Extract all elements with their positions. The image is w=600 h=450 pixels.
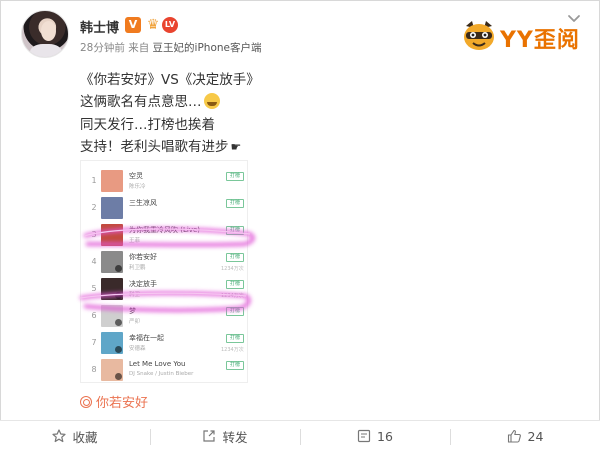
comment-count: 16 — [377, 428, 393, 444]
level-badge-icon[interactable]: LV — [162, 17, 178, 33]
avatar-shoulders — [30, 44, 62, 57]
post-text-line-4: 支持！老利头唱歌有进步 ☛ — [80, 135, 241, 155]
vote-button: 打榜 — [226, 307, 244, 316]
chart-rank: 6 — [91, 311, 97, 320]
action-bar: 收藏 转发 16 24 — [0, 420, 600, 450]
repost-label: 转发 — [222, 429, 248, 445]
like-button[interactable]: 24 — [450, 421, 600, 450]
vote-button: 打榜 — [226, 199, 244, 208]
avatar-face — [41, 21, 56, 41]
laughing-emoji-icon — [203, 93, 220, 109]
vote-button: 打榜 — [226, 361, 244, 370]
chart-row: 7 幸福在一起 安德森 打榜 1234万次 — [81, 329, 247, 358]
play-count: 1234万次 — [221, 266, 244, 272]
album-thumbnail — [101, 359, 123, 381]
vote-button: 打榜 — [226, 172, 244, 181]
album-thumbnail — [101, 251, 123, 273]
song-title: 梦 — [129, 307, 136, 315]
chart-rank: 3 — [91, 230, 97, 239]
chart-rank: 1 — [91, 176, 97, 185]
username[interactable]: 韩士博 — [80, 17, 119, 36]
post-text-line-4-text: 支持！老利头唱歌有进步 — [80, 139, 229, 155]
chart-rank: 4 — [91, 257, 97, 266]
verified-icon[interactable]: V — [125, 17, 141, 33]
watermark-logo: YY歪阅 — [460, 20, 590, 54]
chart-row: 4 你若安好 利卫鹏 打榜 1234万次 — [81, 248, 247, 277]
chart-row: 2 三生凉风 打榜 — [81, 194, 247, 223]
star-icon — [52, 429, 67, 443]
play-count: 1234万次 — [221, 293, 244, 299]
post-text-line-3: 同天发行…打榜也挨着 — [80, 117, 215, 133]
play-icon — [115, 292, 122, 299]
song-artist: 利卫鹏 — [129, 265, 146, 271]
album-thumbnail — [101, 224, 123, 246]
album-thumbnail — [101, 332, 123, 354]
album-thumbnail — [101, 197, 123, 219]
post-text-line-2: 这俩歌名有点意思… — [80, 90, 220, 110]
song-artist: 陈乐冷 — [129, 184, 146, 190]
chart-rank: 5 — [91, 284, 97, 293]
post-text-line-1: 《你若安好》VS《决定放手》 — [80, 72, 260, 88]
chart-row: 8 Let Me Love You DJ Snake / Justin Bieb… — [81, 356, 247, 382]
play-count: 1234万次 — [221, 347, 244, 353]
comment-button[interactable]: 16 — [300, 421, 450, 450]
topic-tag-label: 你若安好 — [96, 396, 149, 411]
play-icon — [115, 319, 122, 326]
chart-rank: 2 — [91, 203, 97, 212]
user-avatar[interactable] — [21, 10, 69, 58]
play-icon — [115, 373, 122, 380]
like-count: 24 — [527, 428, 544, 444]
song-title: 幸福在一起 — [129, 334, 164, 342]
chart-row: 6 梦 严卯 打榜 — [81, 302, 247, 331]
post-image[interactable]: 1 空灵 陈乐冷 打榜 2 三生凉风 打榜 3 为你我重冷风吹 (Live) 王… — [80, 160, 248, 383]
song-artist: 利卫 — [129, 292, 141, 298]
song-title: Let Me Love You — [129, 360, 186, 368]
album-thumbnail — [101, 305, 123, 327]
topic-icon — [80, 396, 92, 408]
song-title: 决定放手 — [129, 280, 157, 288]
chart-row: 1 空灵 陈乐冷 打榜 — [81, 167, 247, 196]
play-icon — [115, 346, 122, 353]
favorite-label: 收藏 — [72, 429, 98, 445]
post-source[interactable]: 豆王妃的iPhone客户端 — [153, 42, 262, 54]
song-title: 空灵 — [129, 172, 143, 180]
post-meta: 28分钟前 来自 豆王妃的iPhone客户端 — [80, 40, 262, 55]
vote-button: 打榜 — [226, 280, 244, 289]
chart-rank: 7 — [91, 338, 97, 347]
crown-icon[interactable]: ♛ — [144, 16, 162, 34]
chart-rank: 8 — [91, 365, 97, 374]
chart-row: 5 决定放手 利卫 打榜 1234万次 — [81, 275, 247, 304]
song-title: 你若安好 — [129, 253, 157, 261]
vote-button: 打榜 — [226, 226, 244, 235]
mascot-icon — [464, 21, 494, 50]
repost-button[interactable]: 转发 — [150, 421, 300, 450]
vote-button: 打榜 — [226, 253, 244, 262]
song-title: 三生凉风 — [129, 199, 157, 207]
repost-icon — [203, 430, 216, 442]
album-thumbnail — [101, 170, 123, 192]
thumbs-up-icon — [507, 429, 521, 443]
favorite-button[interactable]: 收藏 — [0, 421, 150, 450]
play-icon — [115, 265, 122, 272]
song-artist: DJ Snake / Justin Bieber — [129, 371, 194, 377]
song-title: 为你我重冷风吹 (Live) — [129, 226, 200, 234]
vote-button: 打榜 — [226, 334, 244, 343]
song-artist: 严卯 — [129, 319, 141, 325]
topic-tag[interactable]: 你若安好 — [80, 392, 148, 411]
post-text-line-2-text: 这俩歌名有点意思… — [80, 94, 202, 110]
comment-icon — [357, 429, 371, 443]
song-artist: 安德森 — [129, 346, 146, 352]
post-time[interactable]: 28分钟前 来自 — [80, 42, 153, 54]
chart-row: 3 为你我重冷风吹 (Live) 王菲 打榜 — [81, 221, 247, 250]
watermark-brand: YY歪阅 — [500, 28, 580, 53]
pointing-hand-icon: ☛ — [230, 140, 242, 154]
song-artist: 王菲 — [129, 238, 141, 244]
album-thumbnail — [101, 278, 123, 300]
